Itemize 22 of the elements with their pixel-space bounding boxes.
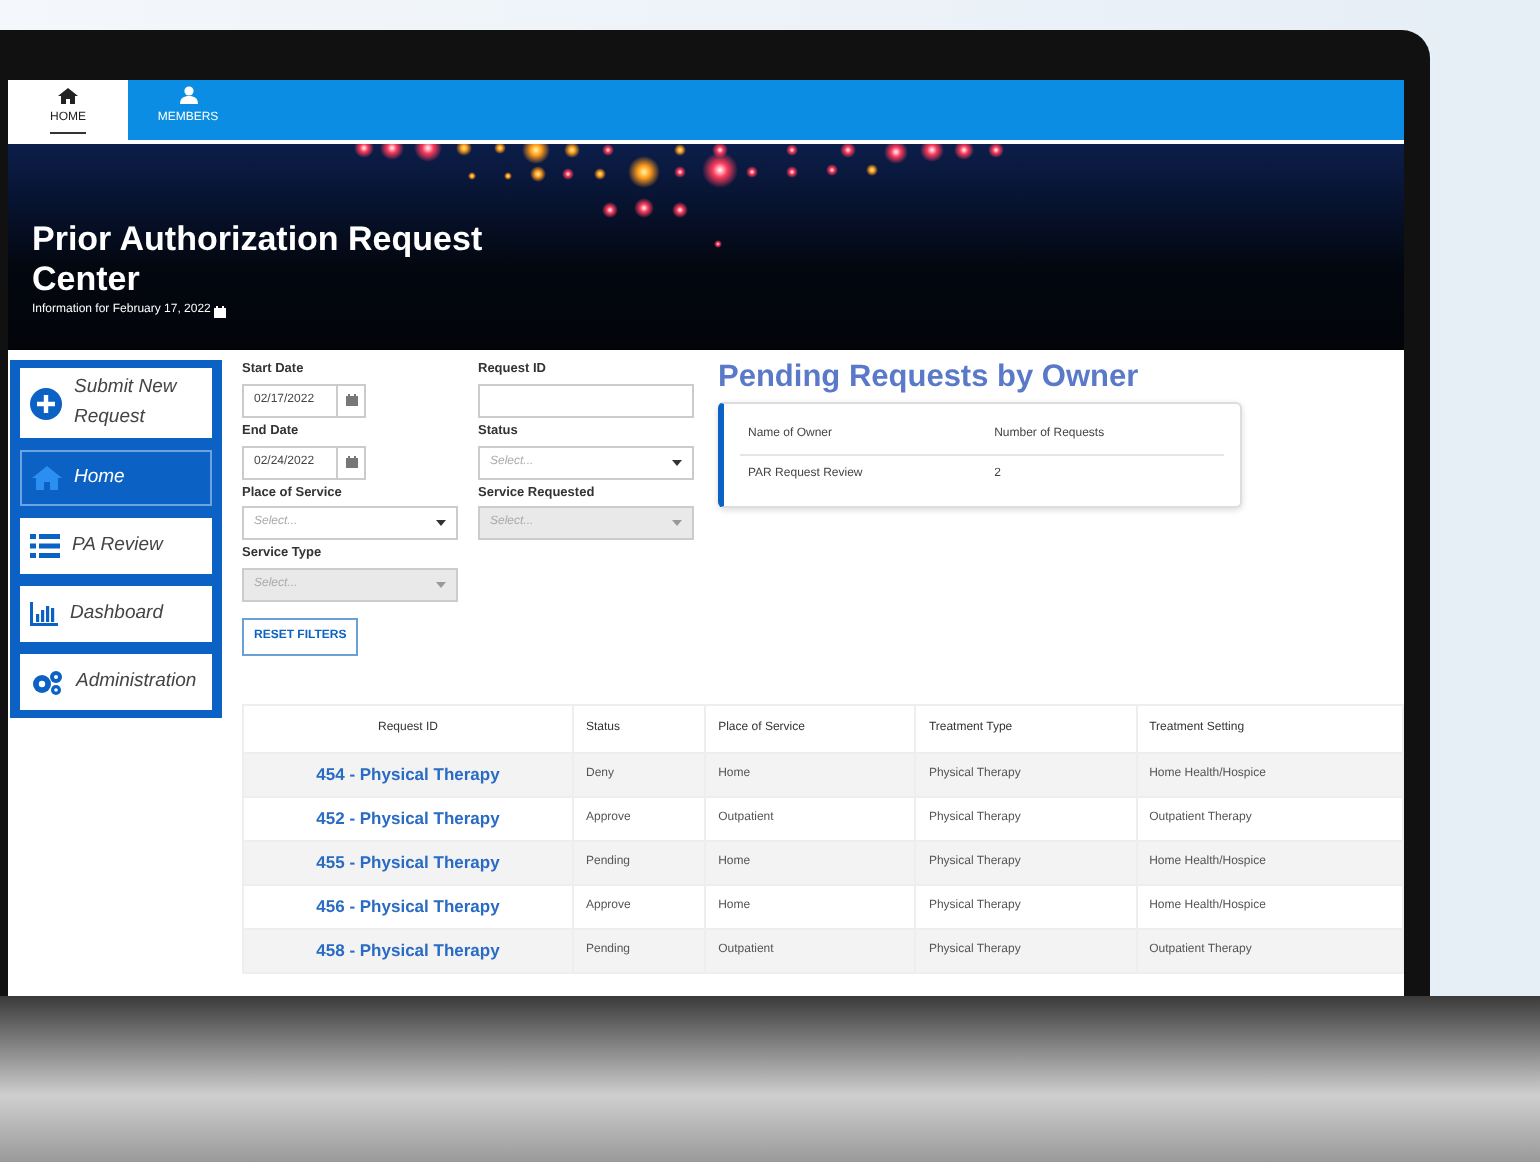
sidebar-item[interactable]: Home bbox=[20, 450, 212, 506]
caret-icon bbox=[436, 582, 446, 588]
sidebar-item[interactable]: PA Review bbox=[20, 518, 212, 574]
section-title: Pending Requests by Owner bbox=[718, 360, 1141, 398]
input-field[interactable] bbox=[478, 383, 694, 418]
caret-icon bbox=[672, 459, 682, 465]
bar-chart-icon bbox=[30, 602, 58, 626]
plus-circle-icon bbox=[30, 387, 62, 419]
gears-icon bbox=[30, 669, 64, 695]
submit-request-button[interactable]: Submit New Request bbox=[20, 368, 212, 438]
sidebar-item[interactable]: Administration bbox=[20, 654, 212, 710]
calendar-icon bbox=[345, 456, 357, 468]
list-icon bbox=[30, 534, 60, 558]
caret-icon bbox=[436, 520, 446, 527]
home-icon bbox=[32, 466, 62, 490]
home-icon bbox=[58, 87, 78, 103]
caret-icon bbox=[672, 520, 682, 527]
calendar-icon bbox=[214, 305, 227, 317]
sidebar-item[interactable]: Dashboard bbox=[20, 586, 212, 642]
user-icon bbox=[179, 86, 197, 104]
calendar-icon bbox=[345, 394, 357, 407]
page-title: Prior Authorization Request Center bbox=[32, 220, 485, 300]
